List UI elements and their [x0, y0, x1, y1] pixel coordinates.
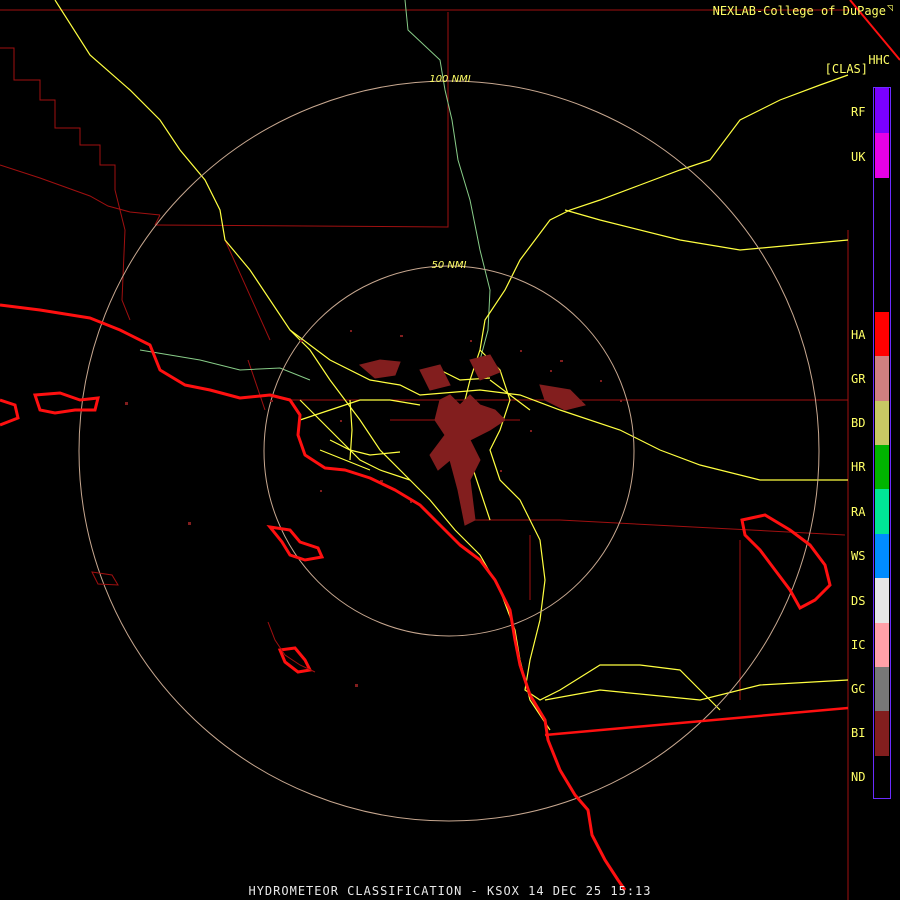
legend-label-gr: GR: [851, 372, 866, 386]
legend-label-rf: RF: [851, 105, 866, 119]
legend-swatch-rf: [875, 88, 889, 133]
legend-label-bi: BI: [851, 726, 866, 740]
radar-echo: [358, 354, 586, 526]
islands: [0, 391, 832, 674]
legend-swatch-bi: [875, 711, 889, 756]
legend-colorbar: [873, 87, 891, 799]
legend-swatch-bd: [875, 401, 889, 445]
legend-swatch-nd: [875, 756, 889, 798]
legend-label-ha: HA: [851, 328, 866, 342]
footer-caption: HYDROMETEOR CLASSIFICATION - KSOX 14 DEC…: [248, 884, 652, 898]
legend-swatch-ic: [875, 623, 889, 667]
credit-label: NEXLAB-College of DuPage: [712, 4, 886, 18]
legend-swatch-gc: [875, 667, 889, 711]
legend-label-ra: RA: [851, 505, 866, 519]
legend-swatch-ha: [875, 312, 889, 356]
legend-label-ic: IC: [851, 638, 866, 652]
ring-label-100: 100 NMI: [429, 74, 470, 85]
radar-map: 100 NMI 50 NMI: [0, 0, 900, 900]
ring-label-50: 50 NMI: [432, 260, 467, 271]
legend-swatch-gr: [875, 356, 889, 401]
legend-swatch-ra: [875, 489, 889, 534]
legend-label-hr: HR: [851, 460, 866, 474]
radar-speckle: [125, 330, 622, 687]
legend-swatch-uk: [875, 133, 889, 178]
legend-label-ws: WS: [851, 549, 866, 563]
legend-label-uk: UK: [851, 150, 866, 164]
legend-label-nd: ND: [851, 770, 866, 784]
corner-arrow-icon: ◹: [887, 3, 894, 14]
legend-label-gc: GC: [851, 682, 866, 696]
legend-swatch-ws: [875, 534, 889, 578]
legend-swatch-hr: [875, 445, 889, 489]
highways: [54, 0, 849, 731]
legend-label-bd: BD: [851, 416, 866, 430]
mode-label: [CLAS]: [824, 62, 868, 76]
legend-label-ds: DS: [851, 594, 866, 608]
product-code: HHC: [868, 53, 890, 67]
legend-swatch-ds: [875, 578, 889, 623]
